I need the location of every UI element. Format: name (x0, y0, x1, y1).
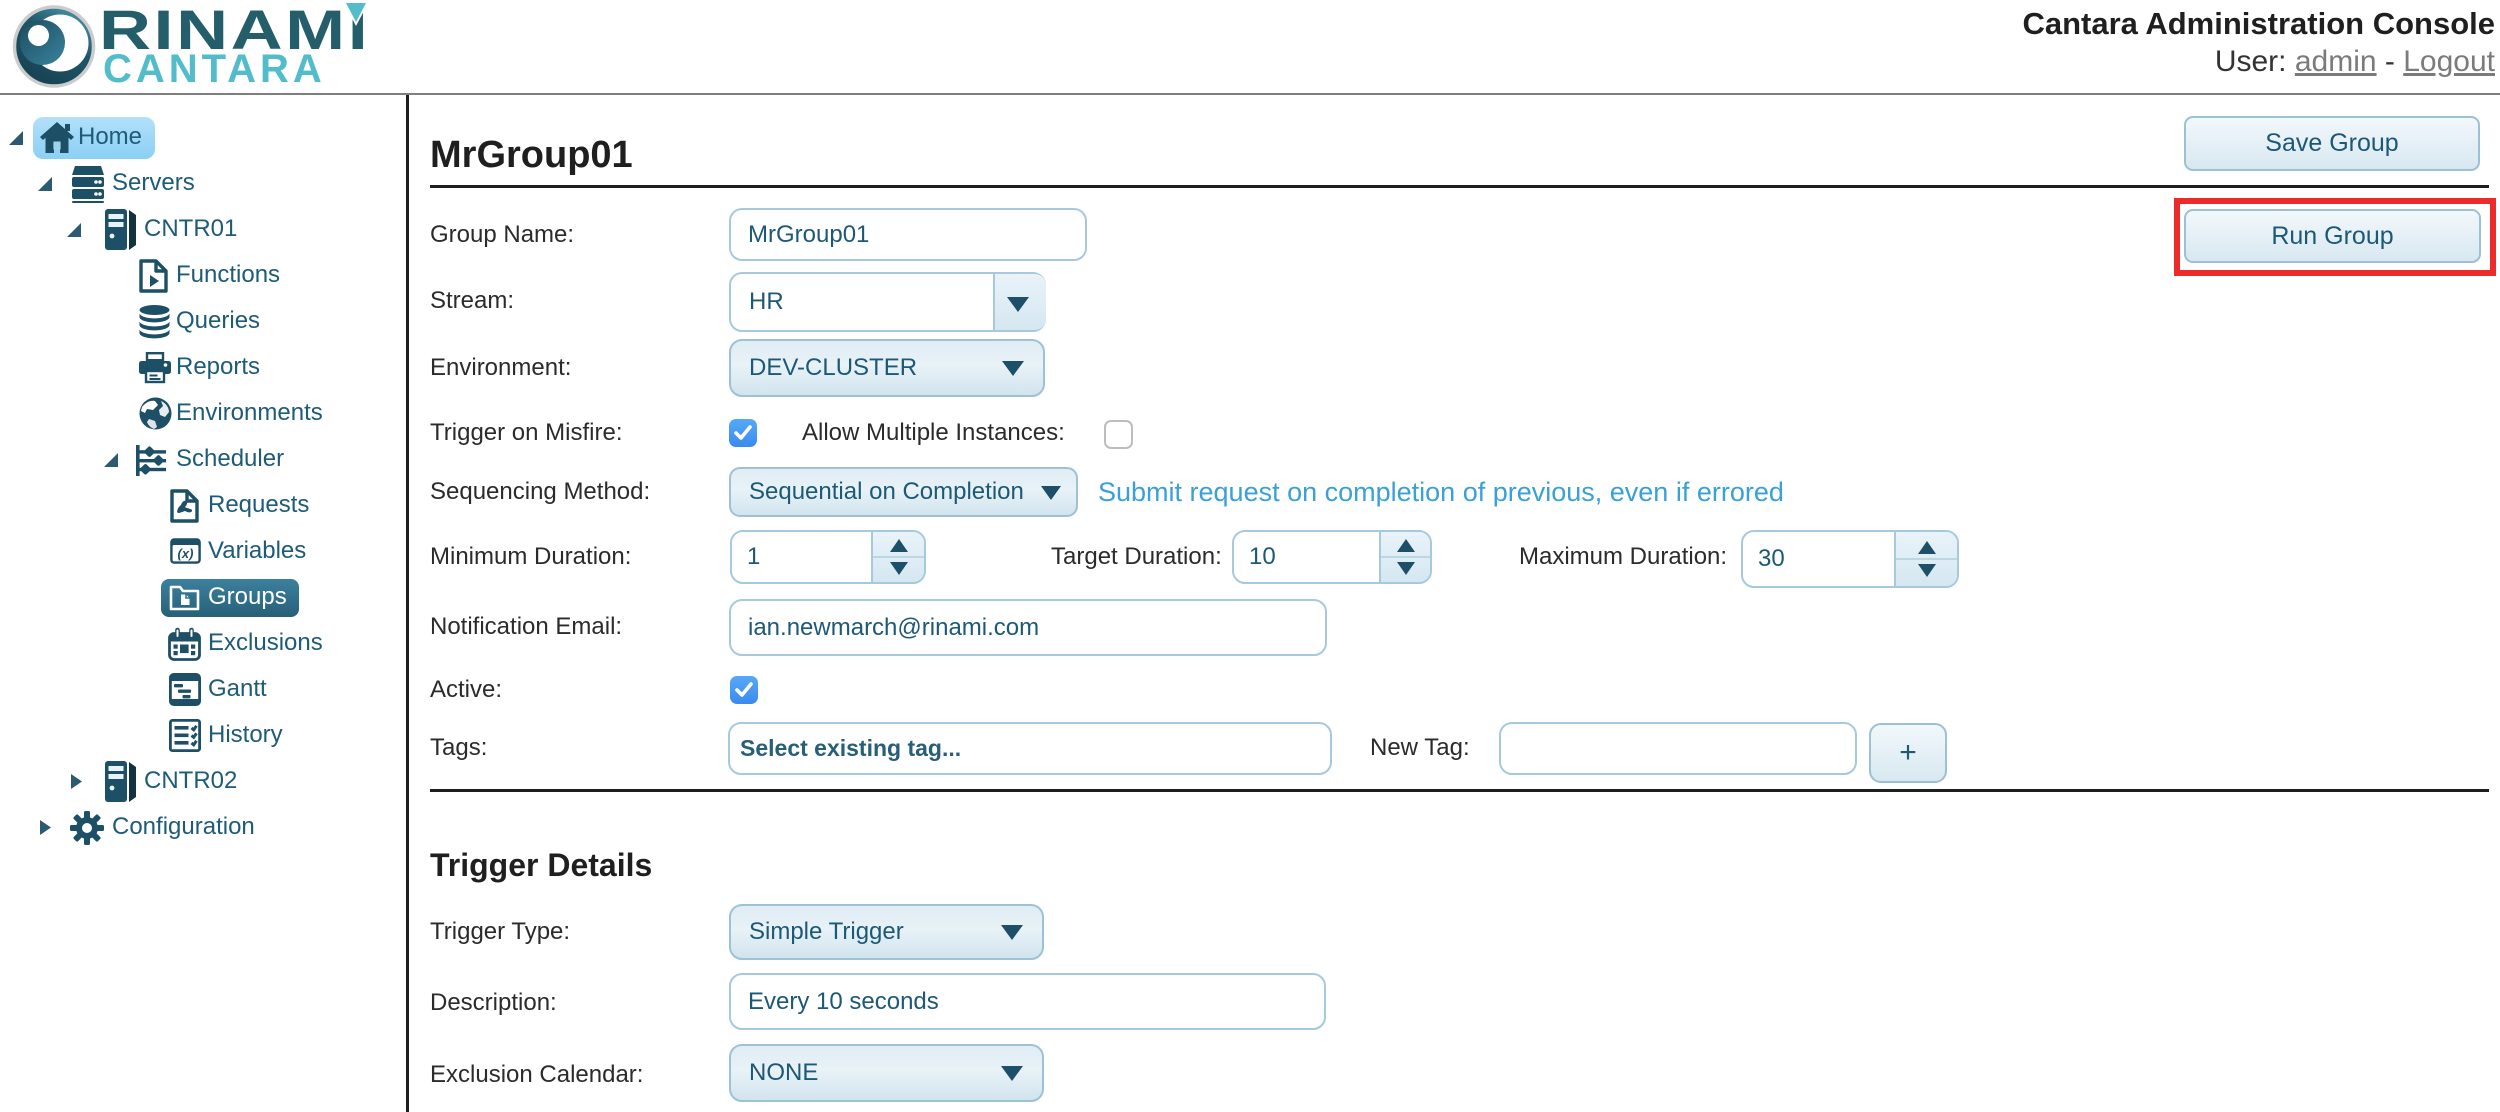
svg-text:(x): (x) (178, 546, 194, 561)
